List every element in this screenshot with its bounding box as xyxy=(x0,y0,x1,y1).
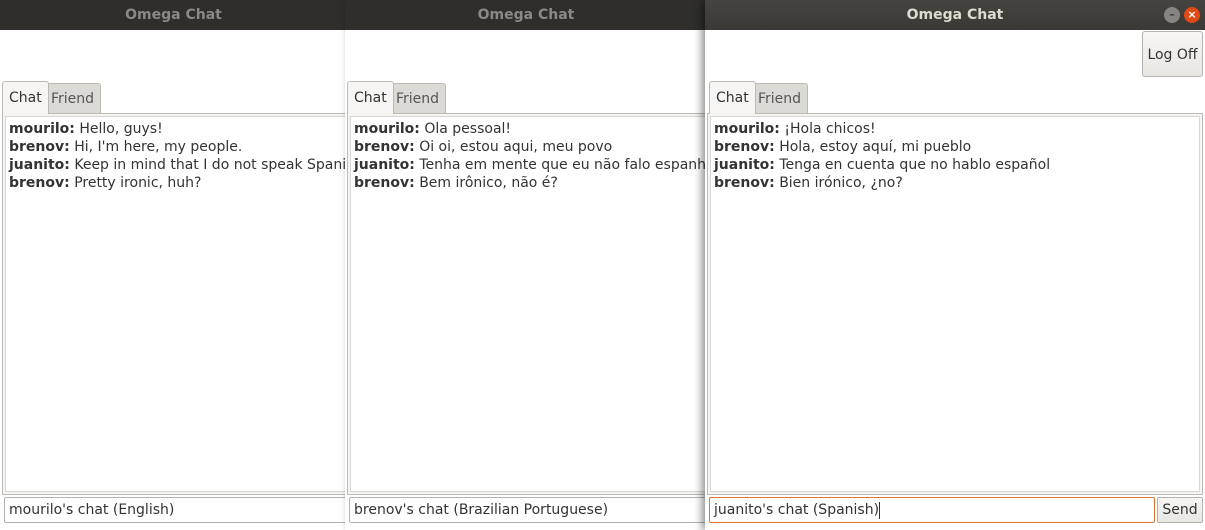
message-text: Hola, estoy aquí, mi pueblo xyxy=(779,139,972,155)
message-text: Hello, guys! xyxy=(79,121,163,137)
tab-friend-list[interactable]: Friend List xyxy=(751,83,809,138)
message-input[interactable]: mourilo's chat (English) xyxy=(4,497,347,523)
message-user: mourilo: xyxy=(9,121,75,137)
message-user: mourilo: xyxy=(714,121,780,137)
input-row: brenov's chat (Brazilian Portuguese) xyxy=(349,497,707,523)
minimize-icon[interactable]: – xyxy=(1164,7,1180,23)
message-input-value: juanito's chat (Spanish) xyxy=(714,502,880,518)
message-user: brenov: xyxy=(354,139,415,155)
chat-panel: mourilo: Hello, guys! brenov: Hi, I'm he… xyxy=(2,113,347,495)
input-row: mourilo's chat (English) xyxy=(4,497,347,523)
tab-chat[interactable]: Chat xyxy=(347,81,394,114)
tab-friend-list[interactable]: Friend List xyxy=(389,83,447,138)
chat-message: brenov: Bem irônico, não é? xyxy=(354,174,706,192)
input-row: juanito's chat (Spanish) Send xyxy=(709,497,1203,523)
message-text: Tenga en cuenta que no hablo español xyxy=(779,157,1051,173)
chat-window-mourilo: Omega Chat Chat Friend List mourilo: Hel… xyxy=(0,0,347,530)
window-titlebar[interactable]: Omega Chat – × xyxy=(705,0,1205,30)
message-user: brenov: xyxy=(714,175,775,191)
chat-message: brenov: Pretty ironic, huh? xyxy=(9,174,346,192)
message-user: brenov: xyxy=(714,139,775,155)
message-text: Hi, I'm here, my people. xyxy=(74,139,243,155)
chat-message: juanito: Tenga en cuenta que no hablo es… xyxy=(714,156,1196,174)
message-text: Keep in mind that I do not speak Spanish xyxy=(74,157,347,173)
chat-window-juanito: Omega Chat – × Log Off Chat Friend List … xyxy=(705,0,1205,530)
chat-message: mourilo: Ola pessoal! xyxy=(354,120,706,138)
chat-message: brenov: Oi oi, estou aqui, meu povo xyxy=(354,138,706,156)
message-text: ¡Hola chicos! xyxy=(784,121,876,137)
chat-message: juanito: Tenha em mente que eu não falo … xyxy=(354,156,707,174)
chat-log[interactable]: mourilo: Hello, guys! brenov: Hi, I'm he… xyxy=(5,116,347,492)
tab-chat[interactable]: Chat xyxy=(2,81,49,114)
window-titlebar[interactable]: Omega Chat xyxy=(345,0,707,30)
message-user: juanito: xyxy=(9,157,70,173)
chat-panel: mourilo: ¡Hola chicos! brenov: Hola, est… xyxy=(707,113,1203,495)
message-text: Ola pessoal! xyxy=(424,121,512,137)
chat-panel: mourilo: Ola pessoal! brenov: Oi oi, est… xyxy=(347,113,707,495)
window-title: Omega Chat xyxy=(125,7,222,23)
tab-friend-list[interactable]: Friend List xyxy=(44,83,102,138)
chat-message: brenov: Hola, estoy aquí, mi pueblo xyxy=(714,138,1196,156)
window-titlebar[interactable]: Omega Chat xyxy=(0,0,347,30)
log-off-button[interactable]: Log Off xyxy=(1142,31,1203,77)
message-text: Tenha em mente que eu não falo espanhol xyxy=(419,157,707,173)
message-user: brenov: xyxy=(354,175,415,191)
chat-log[interactable]: mourilo: Ola pessoal! brenov: Oi oi, est… xyxy=(350,116,707,492)
chat-message: mourilo: Hello, guys! xyxy=(9,120,346,138)
send-button[interactable]: Send xyxy=(1157,497,1203,523)
message-user: brenov: xyxy=(9,139,70,155)
window-title: Omega Chat xyxy=(906,7,1004,23)
tab-chat[interactable]: Chat xyxy=(709,81,756,114)
message-user: juanito: xyxy=(354,157,415,173)
message-text: Bien irónico, ¿no? xyxy=(779,175,903,191)
window-title: Omega Chat xyxy=(477,7,575,23)
message-text: Bem irônico, não é? xyxy=(419,175,558,191)
chat-message: mourilo: ¡Hola chicos! xyxy=(714,120,1196,138)
chat-message: brenov: Bien irónico, ¿no? xyxy=(714,174,1196,192)
close-icon[interactable]: × xyxy=(1184,7,1200,23)
message-user: brenov: xyxy=(9,175,70,191)
message-input[interactable]: brenov's chat (Brazilian Portuguese) xyxy=(349,497,707,523)
message-input[interactable]: juanito's chat (Spanish) xyxy=(709,497,1155,523)
message-user: mourilo: xyxy=(354,121,420,137)
message-text: Pretty ironic, huh? xyxy=(74,175,202,191)
chat-message: brenov: Hi, I'm here, my people. xyxy=(9,138,346,156)
message-user: juanito: xyxy=(714,157,775,173)
chat-window-brenov: Omega Chat Chat Friend List mourilo: Ola… xyxy=(345,0,707,530)
chat-log[interactable]: mourilo: ¡Hola chicos! brenov: Hola, est… xyxy=(710,116,1200,492)
text-caret xyxy=(879,501,881,519)
chat-message: juanito: Keep in mind that I do not spea… xyxy=(9,156,347,174)
message-text: Oi oi, estou aqui, meu povo xyxy=(419,139,613,155)
